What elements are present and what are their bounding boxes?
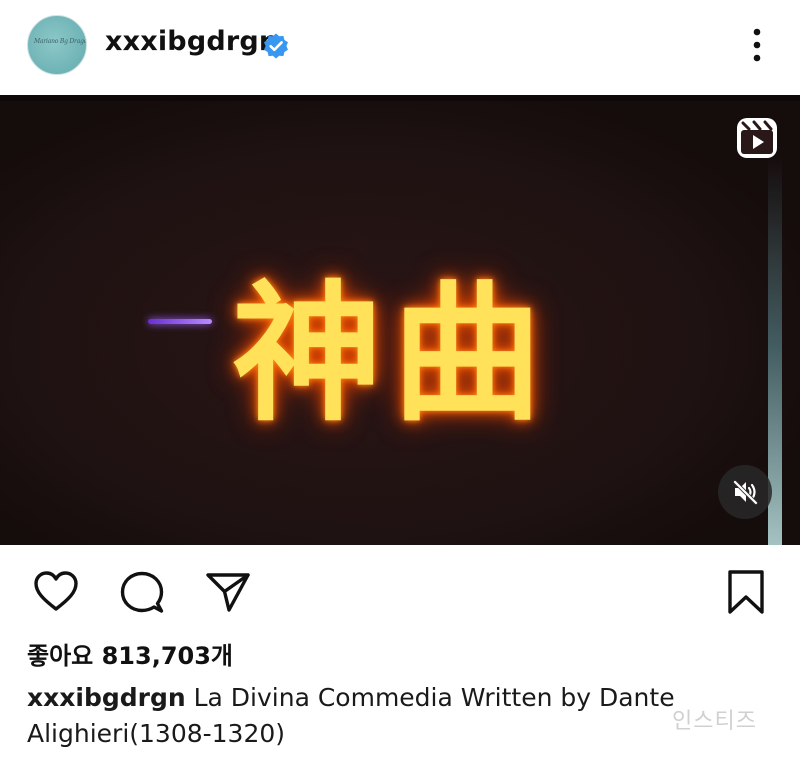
likes-label: 좋아요: [27, 642, 94, 670]
more-options-icon[interactable]: [744, 26, 770, 66]
post-username[interactable]: xxxibgdrgn: [105, 26, 278, 57]
likes-number: 813,703개: [101, 642, 234, 670]
post-caption: xxxibgdrgn La Divina Commedia Written by…: [27, 680, 767, 752]
heart-outline-icon[interactable]: [33, 570, 79, 612]
caption-username[interactable]: xxxibgdrgn: [27, 683, 186, 712]
paper-plane-icon[interactable]: [205, 571, 251, 613]
post-header: Mariano Bg Dragon xxxibgdrgn: [0, 0, 800, 95]
bookmark-outline-icon[interactable]: [724, 569, 768, 615]
site-watermark: 인스티즈: [672, 709, 757, 734]
mute-toggle-button[interactable]: [718, 465, 772, 519]
comment-bubble-icon[interactable]: [119, 570, 165, 616]
neon-dash-line: [148, 319, 212, 324]
avatar-logo-text: Mariano Bg Dragon: [34, 38, 87, 45]
post-video[interactable]: 神曲: [0, 95, 800, 545]
verified-badge-icon: [264, 33, 288, 59]
reels-icon: [737, 118, 777, 158]
avatar[interactable]: Mariano Bg Dragon: [27, 15, 87, 75]
neon-title-text: 神曲: [232, 268, 553, 442]
post-action-bar: [0, 545, 800, 635]
speaker-muted-icon: [733, 480, 758, 505]
likes-count[interactable]: 좋아요 813,703개: [27, 636, 233, 671]
